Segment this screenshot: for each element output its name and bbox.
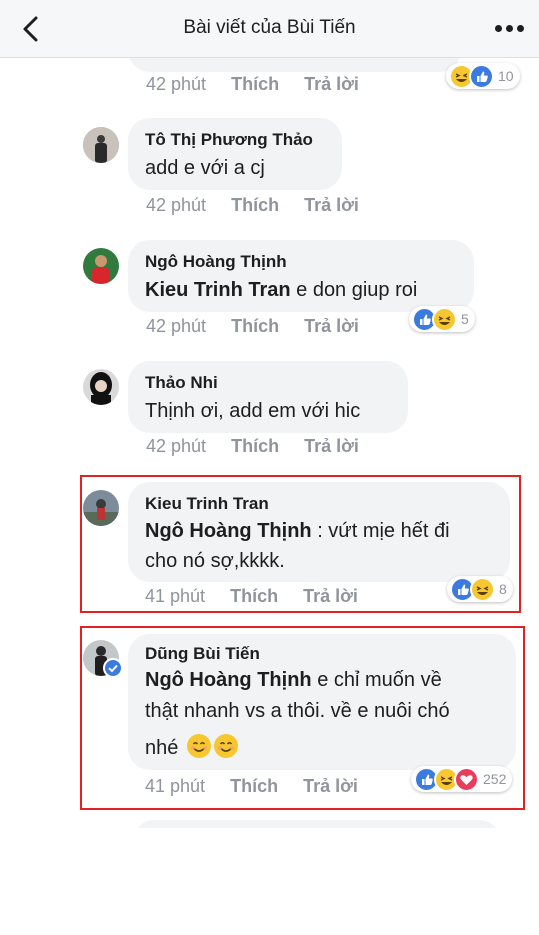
reaction-count: 5 [461,311,469,327]
more-options-button[interactable] [493,18,527,38]
comment-bubble: Ngô Hoàng Thịnh Kieu Trinh Tran e don gi… [128,240,474,312]
comment-author[interactable]: Ngô Hoàng Thịnh [145,252,287,272]
comment-time: 42 phút [146,74,207,94]
comment-text-line: thật nhanh vs a thôi. về e nuôi chó [145,700,450,722]
top-bar: Bài viết của Bùi Tiến [0,0,539,58]
mention-link[interactable]: Kieu Trinh Tran [145,279,291,301]
comment-text: Thịnh ơi, add em với hic [145,400,361,422]
more-dots-icon [495,25,502,32]
reply-link[interactable]: Trả lời [304,195,359,215]
reply-link[interactable]: Trả lời [304,436,359,456]
comment-meta: 42 phút Thích Trả lời [146,316,359,337]
comment-text-line: cho nó sợ,kkkk. [145,550,285,572]
reply-link[interactable]: Trả lời [303,586,358,606]
comment-time: 42 phút [146,436,207,456]
like-link[interactable]: Thích [231,195,279,215]
reaction-count: 252 [483,771,507,787]
reply-link[interactable]: Trả lời [304,316,359,336]
comment-meta: 42 phút Thích Trả lời [146,74,359,95]
mention-link[interactable]: Ngô Hoàng Thịnh [145,520,312,542]
like-link[interactable]: Thích [231,316,279,336]
avatar[interactable] [83,369,119,405]
like-link[interactable]: Thích [230,586,278,606]
like-link[interactable]: Thích [231,74,279,94]
reaction-count: 8 [499,581,507,597]
reactions-summary[interactable]: 5 [409,306,475,332]
comment-meta: 42 phút Thích Trả lời [146,195,359,216]
comment-author[interactable]: Tô Thị Phương Thảo [145,130,313,150]
comment-author[interactable]: Kieu Trinh Tran [145,494,269,514]
verified-badge-icon [103,658,123,678]
mention-link[interactable]: Ngô Hoàng Thịnh [145,669,312,691]
comment-text: Kieu Trinh Tran e don giup roi [145,279,417,302]
comment-text-body: nhé [145,737,179,759]
reactions-summary[interactable]: 8 [447,576,513,602]
haha-reaction-icon [470,576,495,602]
comment-author[interactable]: Dũng Bùi Tiến [145,644,260,664]
comment-text-body: e chỉ muốn về [311,669,442,691]
like-link[interactable]: Thích [231,436,279,456]
reply-link[interactable]: Trả lời [303,776,358,796]
comment-bubble: Dũng Bùi Tiến Ngô Hoàng Thịnh e chỉ muốn… [128,634,516,770]
comment-time: 42 phút [146,316,207,336]
reply-link[interactable]: Trả lời [304,74,359,94]
comment-meta: 41 phút Thích Trả lời [145,586,358,607]
smiling-face-emoji-icon [213,734,238,758]
comment-text-line: Ngô Hoàng Thịnh e chỉ muốn về [145,669,442,692]
comment-bubble-partial [134,820,500,828]
comment-time: 41 phút [145,776,206,796]
comment-text: add e với a cj [145,157,265,179]
comment-time: 42 phút [146,195,207,215]
reactions-summary[interactable]: 252 [411,766,513,792]
like-reaction-icon [469,63,494,89]
comment-text-line: nhé [145,734,238,760]
page-title: Bài viết của Bùi Tiến [183,17,356,38]
love-reaction-icon [454,766,479,792]
comment-meta: 41 phút Thích Trả lời [145,776,358,797]
reactions-summary[interactable]: 10 [446,63,520,89]
comment-author[interactable]: Thảo Nhi [145,373,218,393]
comment-text-body: e don giup roi [290,279,418,301]
haha-reaction-icon [432,306,457,332]
comment-meta: 42 phút Thích Trả lời [146,436,359,457]
like-link[interactable]: Thích [230,776,278,796]
avatar[interactable] [83,490,119,526]
comment-text-body: : vứt mịe hết đi [311,520,450,542]
avatar[interactable] [83,248,119,284]
smiling-face-emoji-icon [186,734,211,758]
comment-bubble: Kieu Trinh Tran Ngô Hoàng Thịnh : vứt mị… [128,482,510,582]
comment-bubble: Tô Thị Phương Thảo add e với a cj [128,118,342,190]
comment-text-line: Ngô Hoàng Thịnh : vứt mịe hết đi [145,520,450,543]
app-screen: Bài viết của Bùi Tiến 42 phút Thích Trả … [0,0,539,828]
comment-time: 41 phút [145,586,206,606]
avatar[interactable] [83,127,119,163]
comment-bubble: Thảo Nhi Thịnh ơi, add em với hic [128,361,408,433]
reaction-count: 10 [498,68,514,84]
